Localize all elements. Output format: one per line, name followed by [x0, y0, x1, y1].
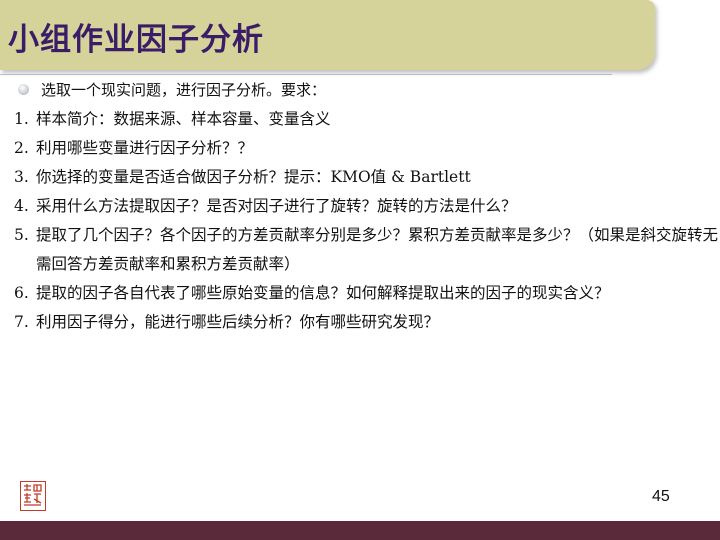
item-number: 6. — [14, 284, 29, 302]
item-text: 利用哪些变量进行因子分析？？ — [36, 139, 254, 157]
list-item: 3. 你选择的变量是否适合做因子分析？提示：KMO值 & Bartlett — [14, 163, 720, 192]
item-text: 提取了几个因子？各个因子的方差贡献率分别是多少？累积方差贡献率是多少？（如果是斜… — [36, 226, 719, 273]
slide-content: 选取一个现实问题，进行因子分析。要求： 1. 样本简介：数据来源、样本容量、变量… — [14, 78, 720, 337]
item-number: 1. — [14, 110, 29, 128]
list-item: 4. 采用什么方法提取因子？是否对因子进行了旋转？旋转的方法是什么？ — [14, 192, 720, 221]
item-text: 你选择的变量是否适合做因子分析？提示：KMO值 & Bartlett — [36, 168, 471, 186]
item-number: 4. — [14, 197, 29, 215]
intro-text: 选取一个现实问题，进行因子分析。要求： — [41, 80, 327, 99]
list-item: 7. 利用因子得分，能进行哪些后续分析？你有哪些研究发现？ — [14, 308, 720, 337]
slide-title: 小组作业因子分析 — [8, 22, 264, 58]
item-number: 3. — [14, 168, 29, 186]
bullet-dot-icon — [18, 83, 29, 95]
list-item: 5. 提取了几个因子？各个因子的方差贡献率分别是多少？累积方差贡献率是多少？（如… — [14, 221, 720, 279]
item-number: 7. — [14, 313, 29, 331]
list-item: 1. 样本简介：数据来源、样本容量、变量含义 — [14, 105, 720, 134]
footer-bar — [0, 521, 720, 540]
item-text: 采用什么方法提取因子？是否对因子进行了旋转？旋转的方法是什么？ — [36, 197, 517, 215]
item-text: 利用因子得分，能进行哪些后续分析？你有哪些研究发现？ — [36, 313, 440, 331]
item-number: 2. — [14, 139, 29, 157]
list-item: 6. 提取的因子各自代表了哪些原始变量的信息？如何解释提取出来的因子的现实含义？ — [14, 279, 720, 308]
intro-bullet: 选取一个现实问题，进行因子分析。要求： — [14, 78, 720, 100]
page-number: 45 — [652, 488, 670, 505]
seal-logo-icon — [20, 481, 46, 511]
title-bar: 小组作业因子分析 — [0, 0, 655, 70]
title-divider — [0, 74, 612, 75]
item-number: 5. — [14, 226, 29, 244]
item-text: 样本简介：数据来源、样本容量、变量含义 — [36, 110, 331, 128]
list-item: 2. 利用哪些变量进行因子分析？？ — [14, 134, 720, 163]
item-text: 提取的因子各自代表了哪些原始变量的信息？如何解释提取出来的因子的现实含义？ — [36, 284, 610, 302]
